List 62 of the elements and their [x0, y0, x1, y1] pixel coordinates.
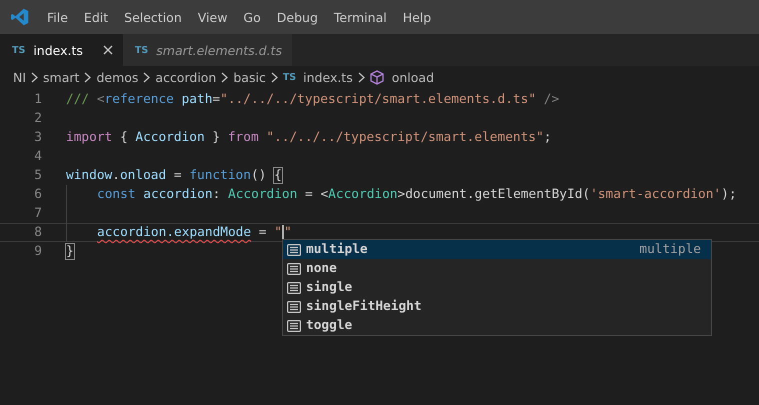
editor-tab[interactable]: TS index.ts	[0, 34, 123, 66]
line-number: 5	[33, 168, 42, 183]
suggestion-label: multiple	[306, 242, 368, 257]
breadcrumb-item[interactable]: basic	[233, 70, 266, 84]
menu-item[interactable]: Terminal	[326, 10, 395, 24]
close-icon[interactable]	[102, 45, 113, 55]
breadcrumb-item[interactable]: NI	[13, 70, 26, 84]
suggestion-item[interactable]: toggle	[283, 316, 711, 335]
line-number: 3	[33, 130, 42, 145]
chevron-icon	[31, 72, 38, 82]
typescript-file-icon: TS	[12, 44, 26, 56]
suggestion-item[interactable]: singleFitHeight	[283, 297, 711, 316]
line-number: 6	[33, 187, 42, 202]
menu-item[interactable]: Debug	[268, 10, 326, 24]
code-line: /// <reference path="../../../typescript/smart.elements.d.ts" />	[66, 92, 560, 107]
tab-label: smart.elements.d.ts	[156, 42, 282, 58]
line-number: 4	[33, 149, 42, 164]
chevron-icon	[84, 72, 92, 82]
suggestion-detail: multiple	[639, 242, 702, 257]
code-line: }	[66, 244, 74, 259]
code-line: window.onload = function() {	[66, 168, 282, 183]
menu-item[interactable]: Help	[394, 10, 440, 24]
suggestion-label: single	[306, 280, 352, 295]
suggestion-item[interactable]: none	[283, 259, 711, 278]
breadcrumb-item[interactable]: smart	[43, 70, 80, 84]
suggestion-label: toggle	[306, 318, 352, 333]
typescript-file-icon: TS	[134, 44, 148, 56]
cube-icon	[370, 70, 384, 84]
app-logo-icon	[11, 8, 29, 26]
line-number: 8	[33, 225, 42, 240]
breadcrumb-item[interactable]: demos	[96, 70, 138, 84]
menu-item[interactable]: Go	[235, 10, 269, 24]
suggestion-label: none	[306, 261, 337, 276]
menu-item[interactable]: File	[39, 10, 76, 24]
enum-value-icon	[287, 244, 301, 256]
code-line: import { Accordion } from "../../../typescript/smart.elements";	[66, 130, 552, 145]
menu-item[interactable]: View	[190, 10, 236, 24]
line-number: 2	[33, 111, 42, 126]
enum-value-icon	[287, 300, 301, 312]
chevron-icon	[143, 72, 150, 82]
code-line: accordion.expandMode = ""	[97, 225, 292, 240]
breadcrumb-item[interactable]: onload	[392, 70, 434, 84]
enum-value-icon	[287, 262, 301, 274]
chevron-icon	[221, 72, 228, 82]
line-number: 7	[33, 206, 42, 221]
menu-item[interactable]: Edit	[76, 10, 116, 24]
suggestion-item[interactable]: multiple multiple	[283, 240, 711, 259]
line-number: 9	[33, 244, 42, 259]
enum-value-icon	[287, 282, 301, 294]
enum-value-icon	[287, 320, 301, 332]
chevron-icon	[358, 72, 365, 82]
typescript-file-icon: TS	[282, 72, 296, 82]
suggestion-label: singleFitHeight	[306, 299, 422, 314]
suggestion-item[interactable]: single	[283, 278, 711, 297]
code-line: const accordion: Accordion = <Accordion>document.getElementById('smart-accordion');	[97, 187, 737, 202]
menu-item[interactable]: Selection	[116, 10, 190, 24]
chevron-icon	[270, 72, 278, 82]
breadcrumb-item[interactable]: accordion	[155, 70, 216, 84]
line-number: 1	[33, 92, 42, 107]
editor-tab[interactable]: TS smart.elements.d.ts	[122, 34, 292, 66]
tab-label: index.ts	[33, 42, 83, 58]
breadcrumb-item[interactable]: index.ts	[303, 70, 353, 84]
